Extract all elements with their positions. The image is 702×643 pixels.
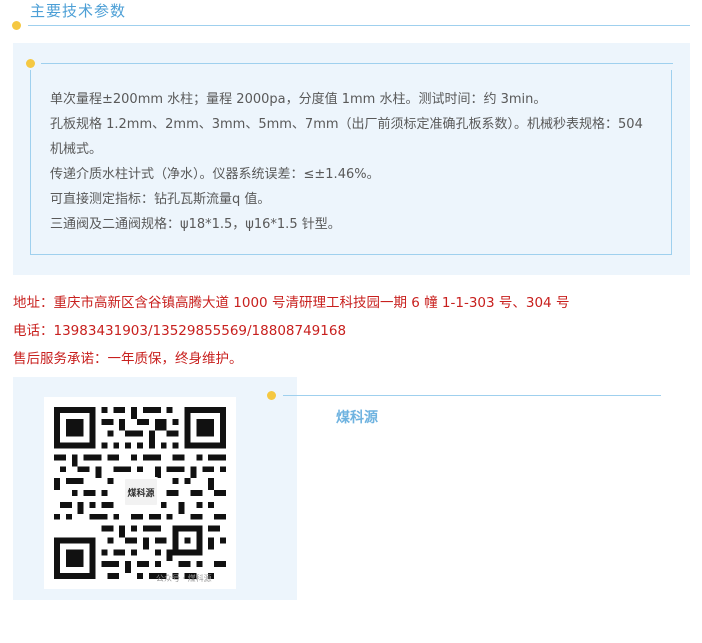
brand-name: 煤科源 [336,410,378,426]
spec-line-valve: 三通阀及二通阀规格：ψ18*1.5，ψ16*1.5 针型。 [50,217,341,232]
contact-block: 地址：重庆市高新区含谷镇高腾大道 1000 号清研理工科技园一期 6 幢 1-1… [13,289,693,373]
contact-address: 地址：重庆市高新区含谷镇高腾大道 1000 号清研理工科技园一期 6 幢 1-1… [13,295,570,311]
spec-line-orifice: 孔板规格 1.2mm、2mm、3mm、5mm、7mm（出厂前须标定准确孔板系数）… [50,117,643,157]
spec-text-block: 单次量程±200mm 水柱；量程 2000pa，分度值 1mm 水柱。测试时间：… [50,87,650,237]
title-bullet-dot [12,21,21,30]
spec-line-range: 单次量程±200mm 水柱；量程 2000pa，分度值 1mm 水柱。测试时间：… [50,92,547,107]
spec-bullet-dot [26,59,35,68]
section-title: 主要技术参数 [30,2,127,20]
contact-service: 售后服务承诺：一年质保，终身维护。 [13,351,243,367]
spec-panel: 单次量程±200mm 水柱；量程 2000pa，分度值 1mm 水柱。测试时间：… [13,43,690,275]
contact-phone: 电话：13983431903/13529855569/18808749168 [13,323,347,339]
qr-watermark-text: 公众号 · 煤科源 [156,574,212,583]
brand-divider [283,395,661,396]
qr-code-card[interactable]: 煤科源 公众号 · 煤科源 [44,397,236,589]
spec-line-medium: 传递介质水柱计式（净水）。仪器系统误差：≤±1.46%。 [50,167,380,182]
qr-center-logo: 煤科源 [123,477,159,507]
brand-bullet-dot [267,391,276,400]
spec-line-indicator: 可直接测定指标：钻孔瓦斯流量q 值。 [50,192,271,207]
spec-top-divider [41,63,673,64]
title-divider [28,25,690,26]
